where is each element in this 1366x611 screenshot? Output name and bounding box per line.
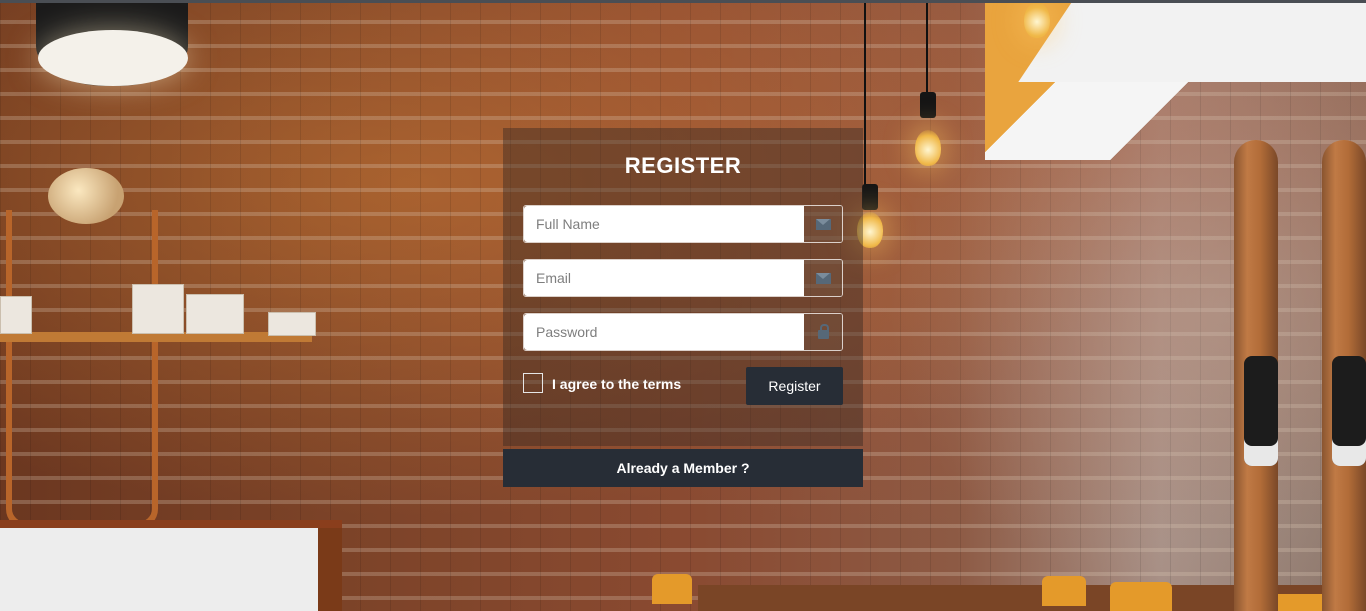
envelope-icon xyxy=(815,272,831,284)
email-field xyxy=(523,259,843,297)
password-addon xyxy=(804,314,842,350)
register-title: REGISTER xyxy=(624,153,742,178)
lock-icon xyxy=(817,323,829,339)
full-name-input[interactable] xyxy=(524,206,804,242)
full-name-field xyxy=(523,205,843,243)
lamp-light xyxy=(38,30,188,86)
email-addon xyxy=(804,260,842,296)
chair xyxy=(1110,582,1172,611)
light-bulb xyxy=(1024,2,1050,38)
register-button[interactable]: Register xyxy=(746,367,843,405)
password-input[interactable] xyxy=(524,314,804,350)
envelope-icon xyxy=(815,218,831,230)
password-field xyxy=(523,313,843,351)
full-name-addon xyxy=(804,206,842,242)
window-top-bar xyxy=(0,0,1366,3)
chair xyxy=(652,574,692,604)
email-input[interactable] xyxy=(524,260,804,296)
chair xyxy=(1042,576,1086,606)
counter xyxy=(0,520,342,611)
agree-terms-label: I agree to the terms xyxy=(552,376,682,392)
light-bulb xyxy=(915,130,941,166)
agree-terms-checkbox[interactable] xyxy=(523,373,543,393)
already-member-button[interactable]: Already a Member ? xyxy=(503,449,863,487)
